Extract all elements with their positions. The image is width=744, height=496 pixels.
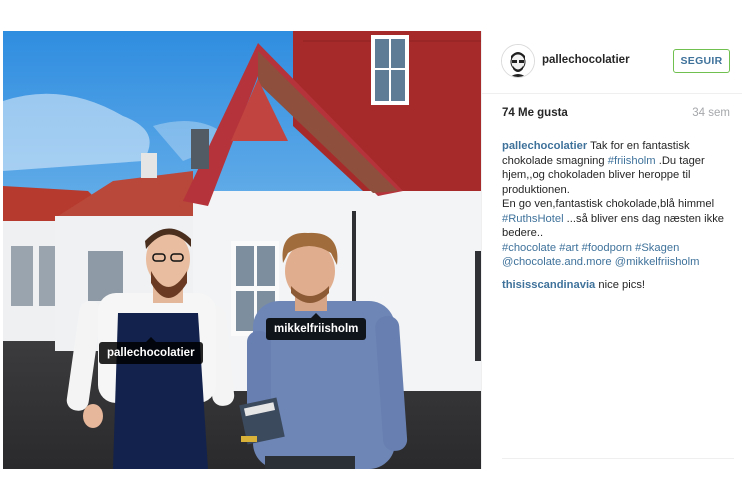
post-sidebar: pallechocolatier SEGUIR 74 Me gusta 34 s… xyxy=(481,31,742,469)
caption-text: Tak for en fantastisk chokolade smagning… xyxy=(502,140,724,268)
comments-list: pallechocolatier Tak for en fantastisk c… xyxy=(502,139,737,300)
post-photo[interactable]: pallechocolatier mikkelfriisholm xyxy=(3,31,481,469)
avatar-face-icon xyxy=(502,45,534,77)
comment-username[interactable]: thisisscandinavia xyxy=(502,279,595,291)
caption-username[interactable]: pallechocolatier xyxy=(502,140,587,152)
hashtag-link[interactable]: #chocolate xyxy=(502,242,556,254)
hashtag-link[interactable]: #art xyxy=(559,242,578,254)
avatar[interactable] xyxy=(501,44,535,78)
mention-link[interactable]: @chocolate.and.more xyxy=(502,256,612,268)
mention-link[interactable]: @mikkelfriisholm xyxy=(615,256,700,268)
caption-comment: pallechocolatier Tak for en fantastisk c… xyxy=(502,139,737,270)
user-tag-mikkel[interactable]: mikkelfriisholm xyxy=(266,313,367,340)
post-stats: 74 Me gusta 34 sem xyxy=(502,107,732,119)
hashtag-link[interactable]: #RuthsHotel xyxy=(502,213,564,225)
comment-text: nice pics! xyxy=(595,278,646,291)
post-age[interactable]: 34 sem xyxy=(692,107,730,119)
user-tag-palle[interactable]: pallechocolatier xyxy=(99,337,203,364)
follow-button[interactable]: SEGUIR xyxy=(673,49,730,73)
username-link[interactable]: pallechocolatier xyxy=(542,54,630,66)
instagram-post: pallechocolatier mikkelfriisholm pallech… xyxy=(3,31,742,469)
hashtag-link[interactable]: #foodporn xyxy=(582,242,632,254)
comment-item: thisisscandinavia nice pics! xyxy=(502,278,737,293)
caption-fragment: En go ven,fantastisk chokolade,blå himme… xyxy=(502,198,715,210)
hashtag-link[interactable]: #friisholm xyxy=(608,155,656,167)
hashtag-link[interactable]: #Skagen xyxy=(635,242,679,254)
divider xyxy=(502,458,734,459)
photo-illustration xyxy=(3,31,481,469)
likes-count[interactable]: 74 Me gusta xyxy=(502,107,568,119)
post-header: pallechocolatier SEGUIR xyxy=(482,31,742,94)
